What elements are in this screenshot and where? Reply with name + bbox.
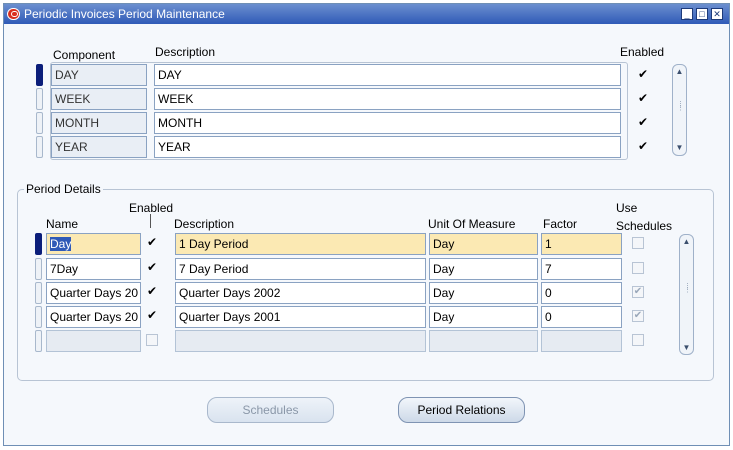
period-details-title: Period Details: [24, 182, 103, 196]
enabled-checkbox[interactable]: ✔: [637, 140, 649, 152]
title-bar: Periodic Invoices Period Maintenance _ □…: [4, 4, 729, 24]
scroll-down-icon[interactable]: ▼: [675, 144, 684, 152]
scroll-up-icon[interactable]: ▲: [682, 238, 691, 246]
scroll-grip-icon[interactable]: ⋮ ⋮: [684, 283, 691, 294]
factor-field[interactable]: [541, 330, 622, 352]
app-window: Periodic Invoices Period Maintenance _ □…: [3, 3, 730, 446]
factor-header: Factor: [543, 217, 578, 231]
period-enabled-checkbox[interactable]: [146, 334, 158, 346]
period-enabled-checkbox[interactable]: ✔: [146, 236, 158, 248]
enabled-divider: [150, 214, 151, 228]
description-header: Description: [155, 45, 216, 59]
period-description-field[interactable]: Quarter Days 2002: [175, 282, 426, 304]
uom-field[interactable]: [429, 330, 538, 352]
record-indicator[interactable]: [35, 282, 42, 304]
component-field[interactable]: WEEK: [51, 88, 147, 110]
period-name-field[interactable]: 7Day: [46, 258, 141, 280]
description-field[interactable]: DAY: [154, 64, 621, 86]
period-relations-button[interactable]: Period Relations: [398, 397, 525, 423]
description-field[interactable]: WEEK: [154, 88, 621, 110]
enabled-checkbox[interactable]: ✔: [637, 68, 649, 80]
period-description-field[interactable]: Quarter Days 2001: [175, 306, 426, 328]
scroll-grip-icon[interactable]: ⋮ ⋮: [677, 101, 684, 112]
record-indicator[interactable]: [35, 258, 42, 280]
schedules-button[interactable]: Schedules: [207, 397, 334, 423]
component-field[interactable]: YEAR: [51, 136, 147, 158]
enabled-checkbox[interactable]: ✔: [637, 92, 649, 104]
description-field[interactable]: YEAR: [154, 136, 621, 158]
scroll-up-icon[interactable]: ▲: [675, 68, 684, 76]
enabled-header: Enabled: [129, 201, 174, 215]
record-indicator[interactable]: [35, 233, 42, 255]
period-enabled-checkbox[interactable]: ✔: [146, 285, 158, 297]
enabled-header: Enabled: [620, 45, 665, 59]
period-enabled-checkbox[interactable]: ✔: [146, 309, 158, 321]
record-indicator[interactable]: [35, 306, 42, 328]
period-description-header: Description: [174, 217, 235, 231]
period-details-scrollbar[interactable]: ▲ ⋮ ⋮ ▼: [679, 234, 694, 355]
window-title: Periodic Invoices Period Maintenance: [24, 7, 225, 21]
record-indicator[interactable]: [36, 88, 43, 110]
use-schedules-header-line2: Schedules: [616, 219, 673, 233]
name-header: Name: [46, 217, 79, 231]
enabled-checkbox[interactable]: ✔: [637, 116, 649, 128]
oracle-logo-icon: [7, 8, 20, 20]
component-field[interactable]: DAY: [51, 64, 147, 86]
components-scrollbar[interactable]: ▲ ⋮ ⋮ ▼: [672, 64, 687, 156]
minimize-button[interactable]: _: [681, 8, 693, 20]
use-schedules-checkbox[interactable]: ✔: [632, 286, 644, 298]
component-header: Component: [53, 48, 116, 62]
use-schedules-checkbox[interactable]: [632, 237, 644, 249]
factor-field[interactable]: 0: [541, 306, 622, 328]
period-name-field[interactable]: Quarter Days 20: [46, 306, 141, 328]
maximize-button[interactable]: □: [696, 8, 708, 20]
description-field[interactable]: MONTH: [154, 112, 621, 134]
period-name-field[interactable]: Day: [46, 233, 141, 255]
uom-field[interactable]: Day: [429, 306, 538, 328]
use-schedules-checkbox[interactable]: [632, 262, 644, 274]
uom-field[interactable]: Day: [429, 233, 538, 255]
uom-field[interactable]: Day: [429, 282, 538, 304]
record-indicator[interactable]: [36, 112, 43, 134]
record-indicator[interactable]: [36, 64, 43, 86]
period-name-field[interactable]: [46, 330, 141, 352]
period-description-field[interactable]: 1 Day Period: [175, 233, 426, 255]
period-description-field[interactable]: [175, 330, 426, 352]
factor-field[interactable]: 1: [541, 233, 622, 255]
uom-field[interactable]: Day: [429, 258, 538, 280]
scroll-down-icon[interactable]: ▼: [682, 344, 691, 352]
factor-field[interactable]: 0: [541, 282, 622, 304]
factor-field[interactable]: 7: [541, 258, 622, 280]
period-enabled-checkbox[interactable]: ✔: [146, 261, 158, 273]
uom-header: Unit Of Measure: [428, 217, 516, 231]
use-schedules-checkbox[interactable]: [632, 334, 644, 346]
period-name-field[interactable]: Quarter Days 20: [46, 282, 141, 304]
record-indicator[interactable]: [36, 136, 43, 158]
component-field[interactable]: MONTH: [51, 112, 147, 134]
close-button[interactable]: ✕: [711, 8, 723, 20]
record-indicator[interactable]: [35, 330, 42, 352]
use-schedules-header-line1: Use: [616, 201, 638, 215]
period-description-field[interactable]: 7 Day Period: [175, 258, 426, 280]
use-schedules-checkbox[interactable]: ✔: [632, 310, 644, 322]
period-name-text: Day: [50, 237, 72, 251]
